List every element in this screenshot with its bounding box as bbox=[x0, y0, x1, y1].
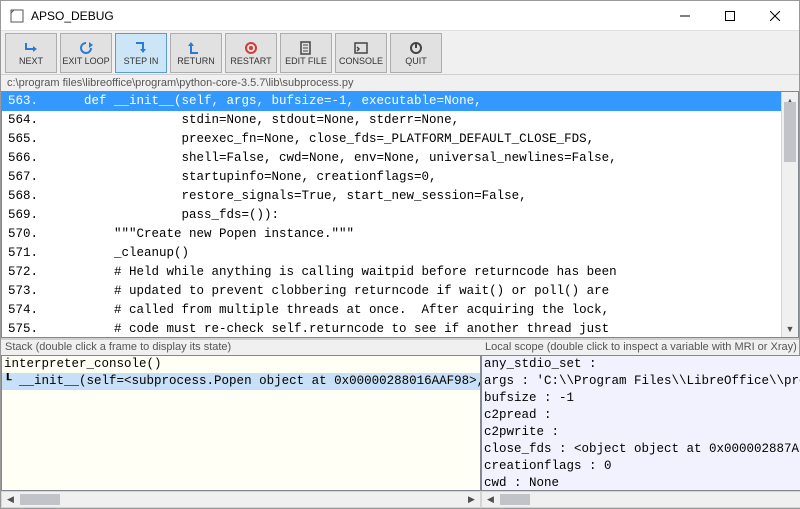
stack-frame[interactable]: interpreter_console() bbox=[2, 356, 480, 373]
scope-horizontal-scrollbar[interactable]: ◀ ▶ bbox=[481, 491, 800, 508]
scroll-thumb[interactable] bbox=[784, 102, 796, 162]
code-line[interactable]: 574. # called from multiple threads at o… bbox=[2, 301, 781, 320]
line-number: 566. bbox=[2, 149, 54, 168]
toolbar-button-label: STEP IN bbox=[124, 57, 159, 66]
stack-frame[interactable]: ┖ __init__(self=<subprocess.Popen object… bbox=[2, 373, 480, 390]
line-text: # called from multiple threads at once. … bbox=[54, 301, 781, 320]
code-line[interactable]: 573. # updated to prevent clobbering ret… bbox=[2, 282, 781, 301]
exit-loop-icon bbox=[78, 40, 94, 56]
line-number: 563. bbox=[2, 92, 54, 111]
console-button[interactable]: CONSOLE bbox=[335, 33, 387, 73]
scope-panel-title: Local scope (double click to inspect a v… bbox=[481, 340, 800, 355]
scroll-left-icon[interactable]: ◀ bbox=[482, 492, 499, 507]
line-number: 568. bbox=[2, 187, 54, 206]
scope-list[interactable]: any_stdio_set :args : 'C:\\Program Files… bbox=[481, 355, 800, 491]
line-number: 574. bbox=[2, 301, 54, 320]
file-path: c:\program files\libreoffice\program\pyt… bbox=[1, 75, 799, 91]
step-in-icon bbox=[133, 40, 149, 56]
toolbar-button-label: EDIT FILE bbox=[285, 57, 327, 66]
line-number: 572. bbox=[2, 263, 54, 282]
next-button[interactable]: NEXT bbox=[5, 33, 57, 73]
code-editor[interactable]: 563. def __init__(self, args, bufsize=-1… bbox=[1, 91, 799, 338]
line-text: # updated to prevent clobbering returnco… bbox=[54, 282, 781, 301]
scope-panel: Local scope (double click to inspect a v… bbox=[481, 340, 800, 508]
toolbar-button-label: QUIT bbox=[405, 57, 427, 66]
scroll-left-icon[interactable]: ◀ bbox=[2, 492, 19, 507]
line-number: 570. bbox=[2, 225, 54, 244]
code-vertical-scrollbar[interactable]: ▲ ▼ bbox=[781, 92, 798, 337]
code-line[interactable]: 575. # code must re-check self.returncod… bbox=[2, 320, 781, 337]
exit-loop-button[interactable]: EXIT LOOP bbox=[60, 33, 112, 73]
code-line[interactable]: 564. stdin=None, stdout=None, stderr=Non… bbox=[2, 111, 781, 130]
code-line[interactable]: 568. restore_signals=True, start_new_ses… bbox=[2, 187, 781, 206]
line-number: 571. bbox=[2, 244, 54, 263]
scope-variable[interactable]: cwd : None bbox=[484, 475, 800, 491]
line-number: 575. bbox=[2, 320, 54, 337]
line-text: # Held while anything is calling waitpid… bbox=[54, 263, 781, 282]
restart-button[interactable]: RESTART bbox=[225, 33, 277, 73]
code-line[interactable]: 572. # Held while anything is calling wa… bbox=[2, 263, 781, 282]
line-text: """Create new Popen instance.""" bbox=[54, 225, 781, 244]
toolbar: NEXT EXIT LOOP STEP IN RETURN RESTART EDIT FI… bbox=[1, 31, 799, 75]
maximize-button[interactable] bbox=[707, 2, 752, 30]
code-line[interactable]: 569. pass_fds=()): bbox=[2, 206, 781, 225]
console-icon bbox=[353, 40, 369, 56]
code-line[interactable]: 565. preexec_fn=None, close_fds=_PLATFOR… bbox=[2, 130, 781, 149]
code-line[interactable]: 567. startupinfo=None, creationflags=0, bbox=[2, 168, 781, 187]
line-number: 565. bbox=[2, 130, 54, 149]
line-text: # code must re-check self.returncode to … bbox=[54, 320, 781, 337]
quit-button[interactable]: QUIT bbox=[390, 33, 442, 73]
scope-variable[interactable]: args : 'C:\\Program Files\\LibreOffice\\… bbox=[484, 373, 800, 390]
scope-variable[interactable]: c2pwrite : bbox=[484, 424, 800, 441]
scroll-down-icon[interactable]: ▼ bbox=[782, 320, 798, 337]
scroll-thumb[interactable] bbox=[500, 494, 530, 505]
scope-variable[interactable]: close_fds : <object object at 0x00000288… bbox=[484, 441, 800, 458]
restart-icon bbox=[243, 40, 259, 56]
window-title: APSO_DEBUG bbox=[31, 9, 114, 23]
line-text: preexec_fn=None, close_fds=_PLATFORM_DEF… bbox=[54, 130, 781, 149]
return-button[interactable]: RETURN bbox=[170, 33, 222, 73]
title-bar: APSO_DEBUG bbox=[1, 1, 799, 31]
step-in-button[interactable]: STEP IN bbox=[115, 33, 167, 73]
toolbar-button-label: RETURN bbox=[177, 57, 215, 66]
line-text: shell=False, cwd=None, env=None, univers… bbox=[54, 149, 781, 168]
line-number: 567. bbox=[2, 168, 54, 187]
scroll-right-icon[interactable]: ▶ bbox=[463, 492, 480, 507]
line-text: stdin=None, stdout=None, stderr=None, bbox=[54, 111, 781, 130]
scope-variable[interactable]: c2pread : bbox=[484, 407, 800, 424]
line-number: 573. bbox=[2, 282, 54, 301]
close-button[interactable] bbox=[752, 2, 797, 30]
edit-file-button[interactable]: EDIT FILE bbox=[280, 33, 332, 73]
line-text: def __init__(self, args, bufsize=-1, exe… bbox=[54, 92, 781, 111]
app-icon bbox=[9, 8, 25, 24]
line-number: 564. bbox=[2, 111, 54, 130]
code-line[interactable]: 571. _cleanup() bbox=[2, 244, 781, 263]
scope-variable[interactable]: any_stdio_set : bbox=[484, 356, 800, 373]
line-number: 569. bbox=[2, 206, 54, 225]
toolbar-button-label: CONSOLE bbox=[339, 57, 383, 66]
toolbar-button-label: RESTART bbox=[230, 57, 271, 66]
scroll-thumb[interactable] bbox=[20, 494, 60, 505]
toolbar-button-label: NEXT bbox=[19, 57, 43, 66]
quit-icon bbox=[408, 40, 424, 56]
stack-panel: Stack (double click a frame to display i… bbox=[1, 340, 481, 508]
line-text: pass_fds=()): bbox=[54, 206, 781, 225]
lower-split: Stack (double click a frame to display i… bbox=[1, 338, 799, 508]
line-text: _cleanup() bbox=[54, 244, 781, 263]
toolbar-button-label: EXIT LOOP bbox=[62, 57, 109, 66]
stack-horizontal-scrollbar[interactable]: ◀ ▶ bbox=[1, 491, 481, 508]
next-icon bbox=[23, 40, 39, 56]
line-text: startupinfo=None, creationflags=0, bbox=[54, 168, 781, 187]
code-line[interactable]: 566. shell=False, cwd=None, env=None, un… bbox=[2, 149, 781, 168]
edit-file-icon bbox=[298, 40, 314, 56]
code-line[interactable]: 563. def __init__(self, args, bufsize=-1… bbox=[2, 92, 781, 111]
scope-variable[interactable]: creationflags : 0 bbox=[484, 458, 800, 475]
minimize-button[interactable] bbox=[662, 2, 707, 30]
stack-list[interactable]: interpreter_console()┖ __init__(self=<su… bbox=[1, 355, 481, 491]
stack-panel-title: Stack (double click a frame to display i… bbox=[1, 340, 481, 355]
return-icon bbox=[188, 40, 204, 56]
line-text: restore_signals=True, start_new_session=… bbox=[54, 187, 781, 206]
code-line[interactable]: 570. """Create new Popen instance.""" bbox=[2, 225, 781, 244]
scope-variable[interactable]: bufsize : -1 bbox=[484, 390, 800, 407]
